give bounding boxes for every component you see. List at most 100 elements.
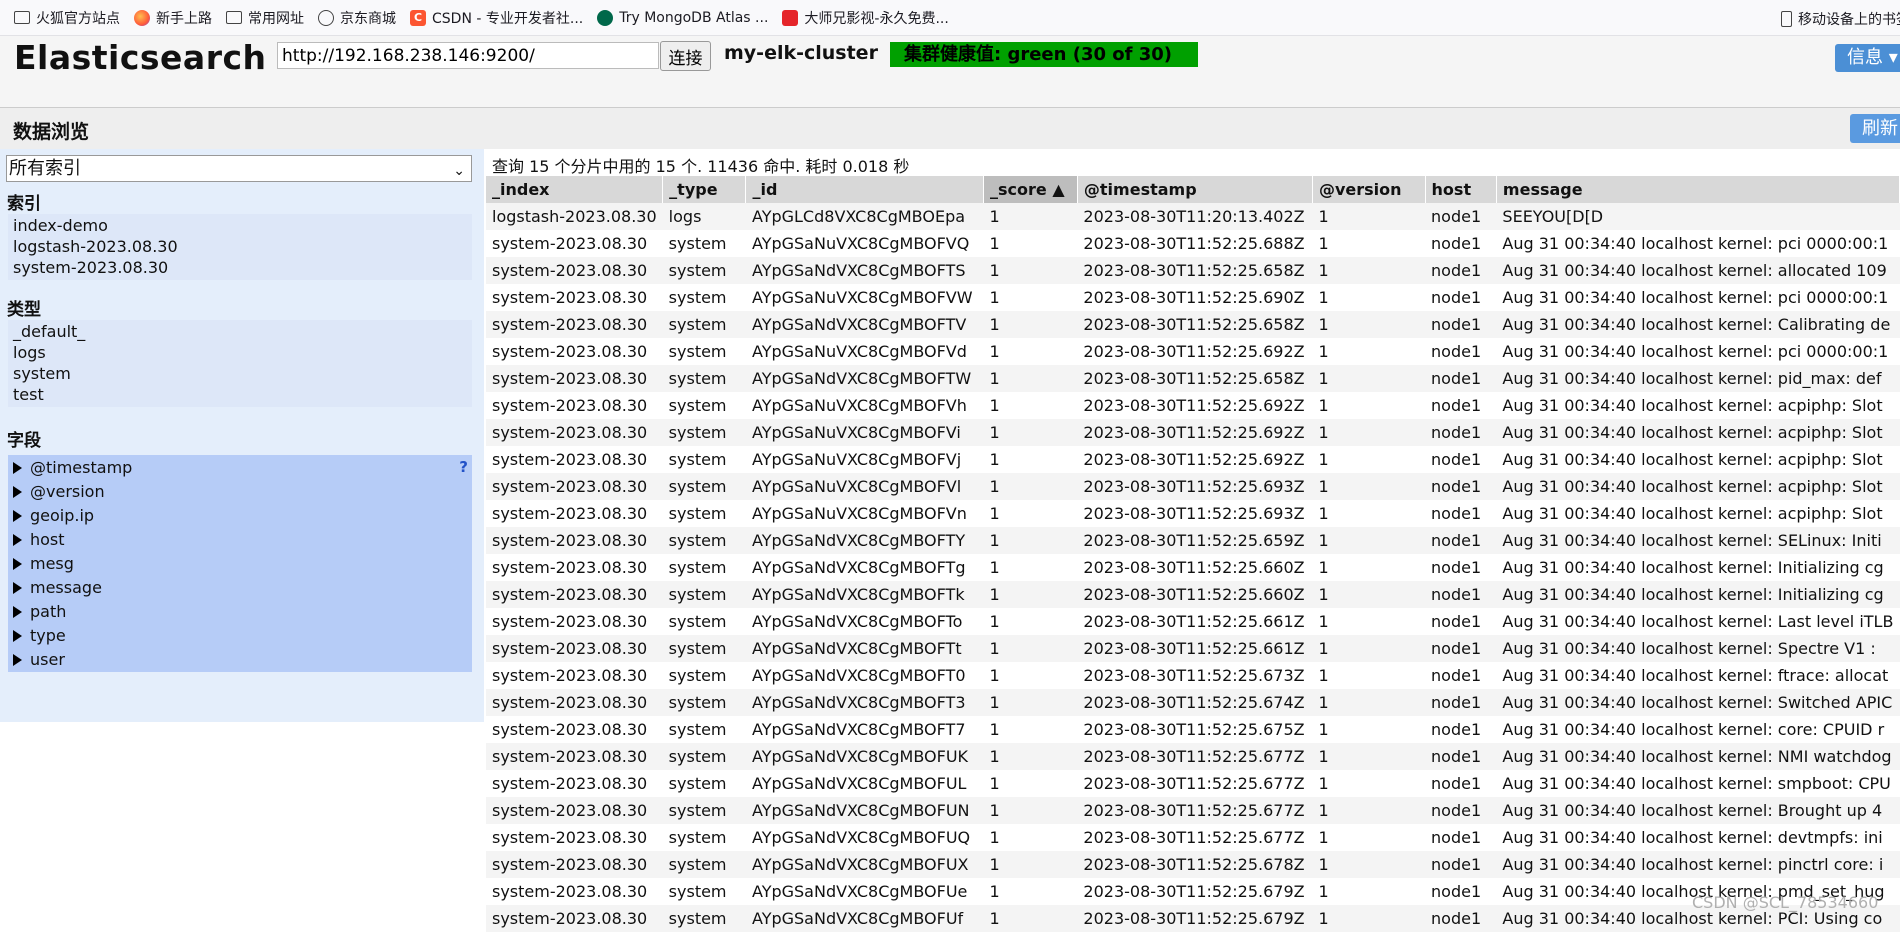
table-cell: node1	[1425, 716, 1497, 743]
column-header[interactable]: _type	[662, 176, 747, 203]
table-cell: node1	[1425, 851, 1497, 878]
column-header[interactable]: @version	[1312, 176, 1426, 203]
table-cell: Aug 31 00:34:40 localhost kernel: Last l…	[1496, 608, 1900, 635]
table-row[interactable]: system-2023.08.30 system AYpGSaNdVXC8CgMBO…	[486, 527, 1900, 554]
table-row[interactable]: system-2023.08.30 system AYpGSaNdVXC8CgMBO…	[486, 878, 1900, 905]
table-cell: node1	[1425, 824, 1497, 851]
table-cell: node1	[1425, 608, 1497, 635]
table-row[interactable]: system-2023.08.30 system AYpGSaNdVXC8CgMBO…	[486, 635, 1900, 662]
table-cell: node1	[1425, 797, 1497, 824]
table-cell: 1	[983, 797, 1078, 824]
table-row[interactable]: system-2023.08.30 system AYpGSaNdVXC8CgMBO…	[486, 662, 1900, 689]
column-header[interactable]: @timestamp	[1077, 176, 1313, 203]
table-row[interactable]: system-2023.08.30 system AYpGSaNdVXC8CgMBO…	[486, 797, 1900, 824]
table-row[interactable]: system-2023.08.30 system AYpGSaNdVXC8CgMBO…	[486, 716, 1900, 743]
table-cell: 2023-08-30T11:52:25.692Z	[1077, 338, 1313, 365]
folder-icon	[14, 11, 30, 24]
field-label: @timestamp	[30, 458, 133, 477]
table-cell: 1	[983, 203, 1078, 230]
mongodb-icon	[597, 9, 614, 26]
query-summary: 查询 15 个分片中用的 15 个. 11436 命中. 耗时 0.018 秒	[492, 157, 910, 176]
table-row[interactable]: system-2023.08.30 system AYpGSaNuVXC8CgMBO…	[486, 473, 1900, 500]
table-row[interactable]: system-2023.08.30 system AYpGSaNdVXC8CgMBO…	[486, 689, 1900, 716]
table-cell: node1	[1425, 770, 1497, 797]
field-filter-item[interactable]: path	[8, 599, 472, 624]
table-cell: AYpGSaNdVXC8CgMBOFTg	[745, 554, 984, 581]
field-filter-item[interactable]: mesg	[8, 551, 472, 576]
table-cell: AYpGSaNdVXC8CgMBOFUX	[745, 851, 984, 878]
column-header[interactable]: _id	[745, 176, 985, 203]
table-cell: Aug 31 00:34:40 localhost kernel: pci 00…	[1496, 230, 1900, 257]
table-cell: AYpGSaNdVXC8CgMBOFT7	[745, 716, 984, 743]
table-cell: node1	[1425, 203, 1497, 230]
watermark: CSDN @SCL_78534660	[1692, 893, 1879, 912]
mobile-bookmarks[interactable]: 移动设备上的书签	[1781, 9, 1900, 29]
column-header[interactable]: host	[1425, 176, 1497, 203]
table-cell: 1	[1312, 716, 1426, 743]
table-row[interactable]: system-2023.08.30 system AYpGSaNdVXC8CgMBO…	[486, 743, 1900, 770]
table-row[interactable]: system-2023.08.30 system AYpGSaNuVXC8CgMBO…	[486, 230, 1900, 257]
table-row[interactable]: system-2023.08.30 system AYpGSaNuVXC8CgMBO…	[486, 338, 1900, 365]
bookmark-item[interactable]: 新手上路	[134, 8, 212, 28]
field-filter-item[interactable]: message	[8, 575, 472, 600]
field-filter-item[interactable]: host	[8, 527, 472, 552]
expand-triangle-icon	[13, 654, 22, 666]
table-cell: 2023-08-30T11:52:25.658Z	[1077, 365, 1313, 392]
field-label: type	[30, 626, 66, 645]
table-row[interactable]: system-2023.08.30 system AYpGSaNdVXC8CgMBO…	[486, 554, 1900, 581]
bookmark-item[interactable]: 常用网址	[226, 8, 304, 28]
info-dropdown-button[interactable]: 信息 ▾	[1835, 44, 1900, 72]
table-row[interactable]: system-2023.08.30 system AYpGSaNuVXC8CgMBO…	[486, 500, 1900, 527]
table-row[interactable]: system-2023.08.30 system AYpGSaNdVXC8CgMBO…	[486, 608, 1900, 635]
table-cell: AYpGSaNdVXC8CgMBOFUe	[745, 878, 984, 905]
table-row[interactable]: system-2023.08.30 system AYpGSaNdVXC8CgMBO…	[486, 257, 1900, 284]
field-filter-item[interactable]: @version	[8, 479, 472, 504]
column-header[interactable]: message	[1496, 176, 1900, 203]
section-header: 数据浏览 刷新	[0, 107, 1900, 149]
table-row[interactable]: system-2023.08.30 system AYpGSaNuVXC8CgMBO…	[486, 419, 1900, 446]
table-cell: 1	[1312, 284, 1426, 311]
table-row[interactable]: system-2023.08.30 system AYpGSaNdVXC8CgMBO…	[486, 581, 1900, 608]
table-row[interactable]: system-2023.08.30 system AYpGSaNdVXC8CgMBO…	[486, 851, 1900, 878]
table-cell: system-2023.08.30	[486, 851, 663, 878]
table-row[interactable]: system-2023.08.30 system AYpGSaNuVXC8CgMBO…	[486, 392, 1900, 419]
bookmark-item[interactable]: C CSDN - 专业开发者社...	[410, 8, 583, 28]
table-cell: system	[662, 770, 746, 797]
help-icon[interactable]: ?	[459, 455, 468, 480]
table-row[interactable]: system-2023.08.30 system AYpGSaNdVXC8CgMBO…	[486, 770, 1900, 797]
table-row[interactable]: logstash-2023.08.30 logs AYpGLCd8VXC8CgMBO…	[486, 203, 1900, 230]
column-header[interactable]: _index	[486, 176, 664, 203]
bookmark-item[interactable]: 京东商城	[318, 8, 396, 28]
bookmark-item[interactable]: 火狐官方站点	[14, 8, 120, 28]
table-row[interactable]: system-2023.08.30 system AYpGSaNdVXC8CgMBO…	[486, 824, 1900, 851]
table-row[interactable]: system-2023.08.30 system AYpGSaNdVXC8CgMBO…	[486, 311, 1900, 338]
table-row[interactable]: system-2023.08.30 system AYpGSaNuVXC8CgMBO…	[486, 446, 1900, 473]
table-cell: AYpGSaNdVXC8CgMBOFUK	[745, 743, 984, 770]
type-filter-item[interactable]: test	[8, 383, 472, 407]
table-cell: 1	[983, 662, 1078, 689]
expand-triangle-icon	[13, 630, 22, 642]
table-cell: system	[662, 365, 746, 392]
table-cell: 2023-08-30T11:52:25.693Z	[1077, 500, 1313, 527]
table-cell: 2023-08-30T11:20:13.402Z	[1077, 203, 1313, 230]
table-row[interactable]: system-2023.08.30 system AYpGSaNuVXC8CgMBO…	[486, 284, 1900, 311]
cluster-url-input[interactable]	[277, 42, 659, 69]
field-filter-item[interactable]: geoip.ip	[8, 503, 472, 528]
table-row[interactable]: system-2023.08.30 system AYpGSaNdVXC8CgMBO…	[486, 365, 1900, 392]
table-cell: AYpGSaNdVXC8CgMBOFTk	[745, 581, 984, 608]
bookmark-item[interactable]: 大师兄影视-永久免费...	[782, 8, 949, 28]
bookmark-item[interactable]: Try MongoDB Atlas ...	[597, 9, 768, 26]
index-select[interactable]: 所有索引 ⌄	[6, 155, 472, 182]
field-filter-item[interactable]: type	[8, 623, 472, 648]
table-cell: 2023-08-30T11:52:25.661Z	[1077, 608, 1313, 635]
connect-button[interactable]: 连接	[660, 41, 711, 71]
table-cell: node1	[1425, 905, 1497, 932]
table-cell: 1	[1312, 473, 1426, 500]
field-filter-item[interactable]: user	[8, 647, 472, 672]
refresh-button[interactable]: 刷新	[1850, 114, 1900, 143]
app-header: Elasticsearch 连接 my-elk-cluster 集群健康值: g…	[0, 36, 1900, 144]
column-header[interactable]: _score ▲	[983, 176, 1078, 203]
field-filter-item[interactable]: @timestamp?	[8, 455, 472, 480]
index-filter-item[interactable]: system-2023.08.30	[8, 256, 472, 280]
table-row[interactable]: system-2023.08.30 system AYpGSaNdVXC8CgMBO…	[486, 905, 1900, 932]
